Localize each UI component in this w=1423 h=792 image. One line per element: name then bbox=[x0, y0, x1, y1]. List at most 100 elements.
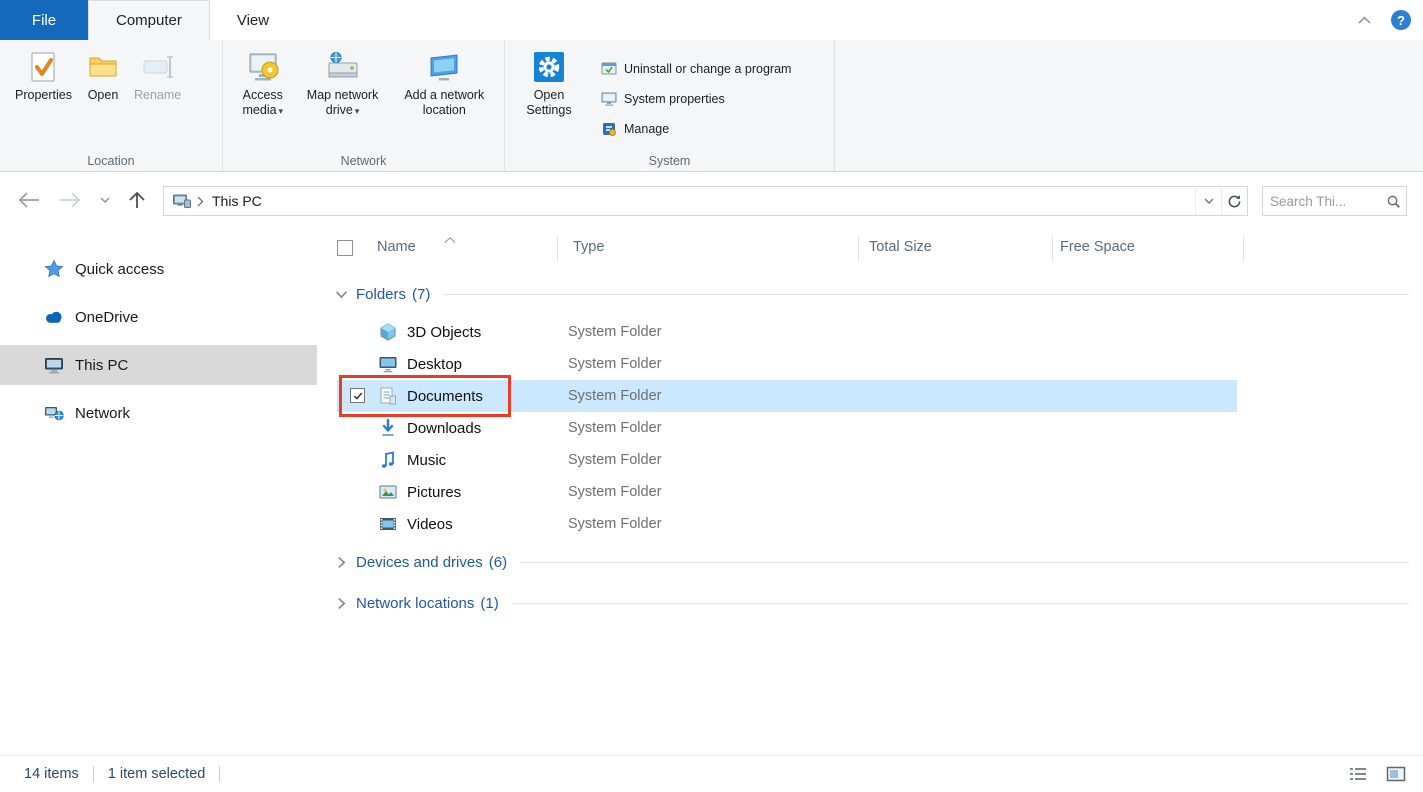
column-header-type[interactable]: Type bbox=[573, 239, 604, 255]
uninstall-program-label: Uninstall or change a program bbox=[624, 62, 791, 76]
column-header-total-size[interactable]: Total Size bbox=[869, 239, 932, 255]
tab-view[interactable]: View bbox=[210, 0, 296, 40]
access-media-button[interactable]: Access media▾ bbox=[231, 46, 295, 122]
column-divider[interactable] bbox=[557, 236, 558, 262]
help-button[interactable]: ? bbox=[1391, 10, 1411, 30]
column-divider[interactable] bbox=[1243, 236, 1244, 262]
chevron-right-icon[interactable] bbox=[335, 599, 348, 608]
group-label-location: Location bbox=[0, 154, 222, 168]
file-row-3d-objects[interactable]: 3D Objects System Folder bbox=[317, 316, 1423, 348]
chevron-down-icon[interactable] bbox=[335, 290, 348, 299]
manage-icon bbox=[601, 121, 617, 137]
sidebar-item-quick-access[interactable]: Quick access bbox=[0, 249, 317, 289]
network-icon bbox=[44, 403, 64, 423]
item-count: 14 items bbox=[24, 766, 79, 782]
group-header-devices-and-drives[interactable]: Devices and drives (6) bbox=[317, 546, 1423, 578]
search-box bbox=[1262, 186, 1407, 216]
downloads-icon bbox=[378, 418, 398, 438]
refresh-icon bbox=[1227, 194, 1242, 209]
file-rows: Folders (7) 3D Objects System Folder Des… bbox=[317, 278, 1423, 619]
search-input[interactable] bbox=[1263, 194, 1380, 209]
breadcrumb-this-pc[interactable]: This PC bbox=[209, 193, 265, 209]
forward-button[interactable] bbox=[59, 192, 81, 208]
file-list-pane: Name Type Total Size Free Space Folders … bbox=[317, 228, 1423, 755]
open-button[interactable]: Open bbox=[79, 46, 127, 107]
music-icon bbox=[378, 450, 398, 470]
pictures-icon bbox=[378, 482, 398, 502]
breadcrumb-chevron-icon[interactable] bbox=[197, 196, 204, 207]
refresh-button[interactable] bbox=[1221, 187, 1247, 215]
up-arrow-icon bbox=[129, 191, 145, 209]
add-network-location-label: Add a network location bbox=[404, 88, 484, 117]
documents-checkbox[interactable] bbox=[350, 388, 365, 403]
group-label-network: Network bbox=[223, 154, 504, 168]
dropdown-caret-icon: ▾ bbox=[355, 106, 360, 116]
tab-file[interactable]: File bbox=[0, 0, 88, 40]
manage-button[interactable]: Manage bbox=[593, 114, 799, 144]
rename-button[interactable]: Rename bbox=[127, 46, 188, 107]
add-network-location-button[interactable]: Add a network location bbox=[391, 46, 498, 122]
status-divider bbox=[93, 766, 94, 782]
uninstall-program-icon bbox=[601, 61, 617, 77]
help-icon: ? bbox=[1397, 13, 1405, 28]
column-divider[interactable] bbox=[1052, 236, 1053, 262]
column-header-name[interactable]: Name bbox=[377, 239, 416, 255]
chevron-right-icon[interactable] bbox=[335, 558, 348, 567]
column-divider[interactable] bbox=[858, 236, 859, 262]
file-row-pictures[interactable]: Pictures System Folder bbox=[317, 476, 1423, 508]
desktop-icon bbox=[378, 354, 398, 374]
tab-view-label: View bbox=[237, 12, 269, 29]
properties-button[interactable]: Properties bbox=[8, 46, 79, 107]
group-network-locations-count: (1) bbox=[480, 595, 498, 612]
sidebar-network-label: Network bbox=[75, 405, 130, 422]
rename-label: Rename bbox=[134, 88, 181, 102]
open-settings-button[interactable]: Open Settings bbox=[513, 46, 585, 122]
ribbon-group-system: Open Settings Uninstall or change a prog… bbox=[505, 40, 835, 171]
group-divider-line bbox=[520, 562, 1409, 563]
tab-computer-label: Computer bbox=[116, 12, 182, 29]
status-divider bbox=[219, 766, 220, 782]
recent-locations-dropdown[interactable] bbox=[100, 197, 110, 203]
file-row-desktop[interactable]: Desktop System Folder bbox=[317, 348, 1423, 380]
column-header-free-space[interactable]: Free Space bbox=[1060, 239, 1135, 255]
manage-label: Manage bbox=[624, 122, 669, 136]
group-folders-label: Folders bbox=[356, 286, 406, 303]
sidebar-onedrive-label: OneDrive bbox=[75, 309, 138, 326]
videos-icon bbox=[378, 514, 398, 534]
tab-computer[interactable]: Computer bbox=[88, 0, 210, 40]
address-dropdown-button[interactable] bbox=[1195, 187, 1221, 215]
large-icons-view-button[interactable] bbox=[1381, 762, 1411, 786]
nav-buttons bbox=[18, 172, 145, 228]
collapse-ribbon-button[interactable] bbox=[1353, 9, 1375, 31]
properties-icon bbox=[26, 50, 60, 84]
tab-file-label: File bbox=[32, 12, 56, 29]
file-row-downloads[interactable]: Downloads System Folder bbox=[317, 412, 1423, 444]
sidebar-item-onedrive[interactable]: OneDrive bbox=[0, 297, 317, 337]
sidebar-item-network[interactable]: Network bbox=[0, 393, 317, 433]
file-row-documents[interactable]: Documents System Folder bbox=[317, 380, 1423, 412]
view-toggle-buttons bbox=[1343, 762, 1411, 786]
uninstall-program-button[interactable]: Uninstall or change a program bbox=[593, 54, 799, 84]
group-header-network-locations[interactable]: Network locations (1) bbox=[317, 587, 1423, 619]
file-row-music[interactable]: Music System Folder bbox=[317, 444, 1423, 476]
details-view-button[interactable] bbox=[1343, 762, 1373, 786]
add-network-location-icon bbox=[427, 50, 461, 84]
up-button[interactable] bbox=[129, 191, 145, 209]
select-all-checkbox[interactable] bbox=[337, 240, 353, 256]
ribbon-tab-bar: File Computer View ? bbox=[0, 0, 1423, 40]
sidebar-item-this-pc[interactable]: This PC bbox=[0, 345, 317, 385]
back-button[interactable] bbox=[18, 192, 40, 208]
navigation-pane: Quick access OneDrive This PC Network bbox=[0, 228, 317, 755]
sidebar-this-pc-label: This PC bbox=[75, 357, 128, 374]
3d-objects-icon bbox=[378, 322, 398, 342]
ribbon: Properties Open Rename Location bbox=[0, 40, 1423, 172]
file-row-videos[interactable]: Videos System Folder bbox=[317, 508, 1423, 540]
dropdown-caret-icon: ▾ bbox=[279, 106, 284, 116]
access-media-icon bbox=[246, 50, 280, 84]
map-network-drive-button[interactable]: Map network drive▾ bbox=[295, 46, 391, 122]
chevron-down-icon bbox=[100, 197, 110, 203]
group-header-folders[interactable]: Folders (7) bbox=[317, 278, 1423, 310]
system-properties-button[interactable]: System properties bbox=[593, 84, 799, 114]
address-bar[interactable]: This PC bbox=[163, 186, 1248, 216]
search-icon[interactable] bbox=[1380, 194, 1406, 209]
